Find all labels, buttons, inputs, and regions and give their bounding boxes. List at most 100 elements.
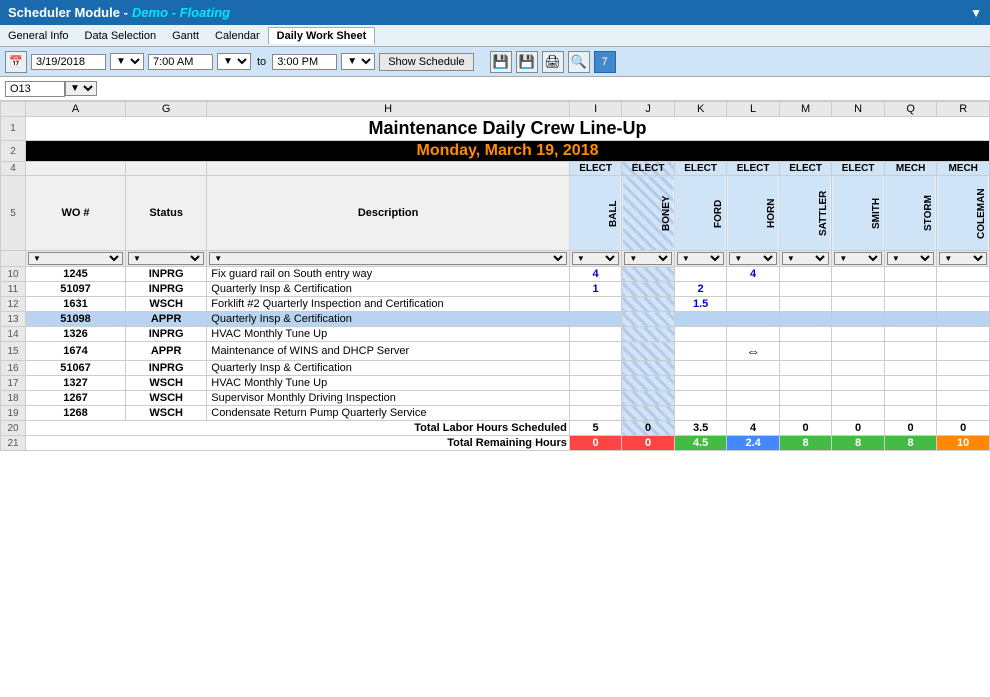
menu-data-selection[interactable]: Data Selection (77, 28, 165, 44)
col-header-N: N (832, 102, 885, 117)
data-row[interactable]: 16 51067 INPRG Quarterly Insp & Certific… (1, 361, 990, 376)
header-K: FORD (674, 176, 727, 251)
module-title: Scheduler Module - (8, 5, 128, 20)
val-N-12 (832, 297, 885, 312)
calendar-icon[interactable]: 📅 (5, 51, 27, 73)
crew-name-row: 5 WO # Status Description BALL BONEY FOR… (1, 176, 990, 251)
title-dropdown[interactable]: ▼ (970, 6, 982, 20)
L-filter[interactable]: ▼ (729, 252, 777, 265)
date-input[interactable] (31, 54, 106, 70)
data-row[interactable]: 10 1245 INPRG Fix guard rail on South en… (1, 267, 990, 282)
crew-type-J: ELECT (622, 162, 675, 176)
val-K-17 (674, 376, 727, 391)
filter-R: ▼ (937, 251, 990, 267)
val-J-13 (622, 312, 675, 327)
time-from-dropdown[interactable]: ▼ (217, 53, 251, 70)
data-row[interactable]: 12 1631 WSCH Forklift #2 Quarterly Inspe… (1, 297, 990, 312)
val-Q-16 (884, 361, 937, 376)
col-header-K: K (674, 102, 727, 117)
row-num-4: 4 (1, 162, 26, 176)
data-row[interactable]: 14 1326 INPRG HVAC Monthly Tune Up (1, 327, 990, 342)
filter-K: ▼ (674, 251, 727, 267)
desc-cell: Quarterly Insp & Certification (207, 312, 570, 327)
val-N-17 (832, 376, 885, 391)
I-filter[interactable]: ▼ (572, 252, 620, 265)
J-filter[interactable]: ▼ (624, 252, 672, 265)
val-I-16 (569, 361, 622, 376)
col-header-L: L (727, 102, 780, 117)
menu-calendar[interactable]: Calendar (207, 28, 268, 44)
date-dropdown[interactable]: ▼ (110, 53, 144, 70)
filter-I: ▼ (569, 251, 622, 267)
data-row[interactable]: 15 1674 APPR Maintenance of WINS and DHC… (1, 342, 990, 361)
print-icon[interactable]: 🖨 (542, 51, 564, 73)
N-filter[interactable]: ▼ (834, 252, 882, 265)
save-icon[interactable]: 💾 (490, 51, 512, 73)
data-row[interactable]: 11 51097 INPRG Quarterly Insp & Certific… (1, 282, 990, 297)
row-num-1: 1 (1, 117, 26, 141)
filter-status: ▼ (126, 251, 207, 267)
cell-ref-input[interactable] (5, 81, 65, 97)
wo-filter[interactable]: ▼ (28, 252, 123, 265)
header-M: SATTLER (779, 176, 832, 251)
val-K-18 (674, 391, 727, 406)
header-J: BONEY (622, 176, 675, 251)
val-J-14 (622, 327, 675, 342)
data-row[interactable]: 19 1268 WSCH Condensate Return Pump Quar… (1, 406, 990, 421)
status-filter[interactable]: ▼ (128, 252, 204, 265)
col-header-A: A (26, 102, 126, 117)
menu-daily-work-sheet[interactable]: Daily Work Sheet (268, 27, 376, 44)
val-N-18 (832, 391, 885, 406)
val-R-19 (937, 406, 990, 421)
total-remaining-J: 0 (622, 436, 675, 451)
filter-Q: ▼ (884, 251, 937, 267)
desc-cell: HVAC Monthly Tune Up (207, 376, 570, 391)
M-filter[interactable]: ▼ (782, 252, 830, 265)
status-cell: WSCH (126, 297, 207, 312)
total-remaining-R: 10 (937, 436, 990, 451)
cell-ref-dropdown[interactable]: ▼ (65, 81, 97, 96)
data-row[interactable]: 17 1327 WSCH HVAC Monthly Tune Up (1, 376, 990, 391)
data-row[interactable]: 18 1267 WSCH Supervisor Monthly Driving … (1, 391, 990, 406)
time-to-dropdown[interactable]: ▼ (341, 53, 375, 70)
desc-filter[interactable]: ▼ (209, 252, 567, 265)
val-K-15 (674, 342, 727, 361)
val-Q-10 (884, 267, 937, 282)
val-R-16 (937, 361, 990, 376)
Q-filter[interactable]: ▼ (887, 252, 935, 265)
row-num-14: 14 (1, 327, 26, 342)
desc-cell: Forklift #2 Quarterly Inspection and Cer… (207, 297, 570, 312)
R-filter[interactable]: ▼ (939, 252, 987, 265)
title-bar: Scheduler Module - Demo - Floating ▼ (0, 0, 990, 25)
col-header-M: M (779, 102, 832, 117)
K-filter[interactable]: ▼ (677, 252, 725, 265)
data-row[interactable]: 13 51098 APPR Quarterly Insp & Certifica… (1, 312, 990, 327)
total-scheduled-Q: 0 (884, 421, 937, 436)
search-icon[interactable]: 🔍 (568, 51, 590, 73)
total-scheduled-N: 0 (832, 421, 885, 436)
status-cell: APPR (126, 342, 207, 361)
header-R: COLEMAN (937, 176, 990, 251)
val-Q-15 (884, 342, 937, 361)
cell-4-G (126, 162, 207, 176)
val-N-14 (832, 327, 885, 342)
time-from-input[interactable] (148, 54, 213, 70)
wo-cell: 1674 (26, 342, 126, 361)
val-N-11 (832, 282, 885, 297)
row-num-11: 11 (1, 282, 26, 297)
total-scheduled-row: 20 Total Labor Hours Scheduled 5 0 3.5 4… (1, 421, 990, 436)
show-schedule-button[interactable]: Show Schedule (379, 53, 473, 71)
crew-type-K: ELECT (674, 162, 727, 176)
desc-cell: Maintenance of WINS and DHCP Server (207, 342, 570, 361)
menu-general-info[interactable]: General Info (0, 28, 77, 44)
header-wo: WO # (26, 176, 126, 251)
save2-icon[interactable]: 💾 (516, 51, 538, 73)
status-cell: INPRG (126, 327, 207, 342)
num7-icon[interactable]: 7 (594, 51, 616, 73)
total-remaining-Q: 8 (884, 436, 937, 451)
menu-gantt[interactable]: Gantt (164, 28, 207, 44)
val-I-12 (569, 297, 622, 312)
time-to-input[interactable] (272, 54, 337, 70)
val-J-15 (622, 342, 675, 361)
val-L-14 (727, 327, 780, 342)
